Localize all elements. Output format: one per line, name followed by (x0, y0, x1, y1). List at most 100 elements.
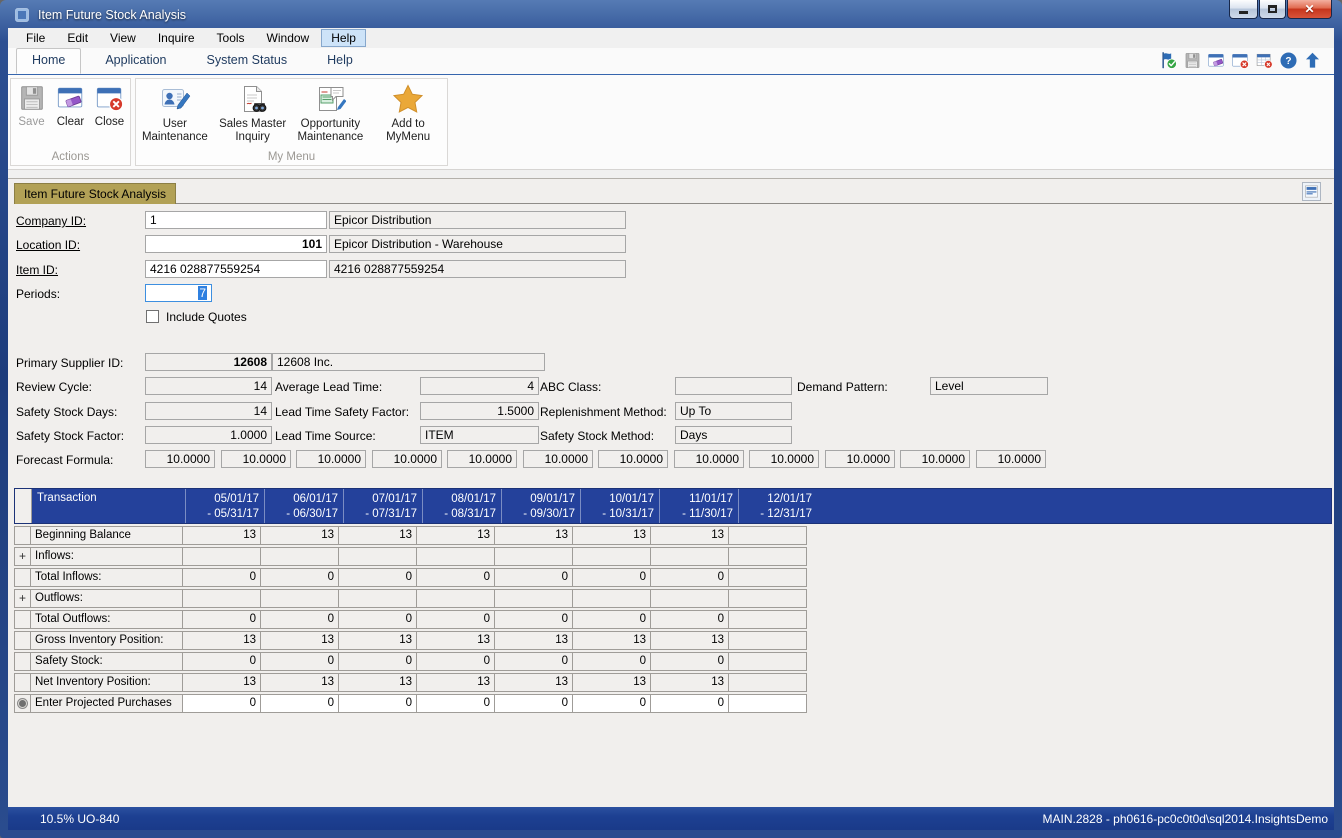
delete-grid-icon[interactable] (1255, 51, 1274, 70)
forecast-formula-field-1: 10.0000 (145, 450, 215, 468)
ribbon-tab-application[interactable]: Application (89, 48, 182, 73)
cell-gross-inventory-position-col1: 13 (182, 631, 261, 650)
period-column-header-8: 12/01/17- 12/31/17 (738, 489, 817, 523)
save-icon[interactable] (1183, 51, 1202, 70)
cell-enter-projected-purchases-col5[interactable]: 0 (494, 694, 573, 713)
location-id-label[interactable]: Location ID: (16, 238, 80, 252)
menu-edit[interactable]: Edit (57, 29, 98, 47)
include-quotes-checkbox[interactable] (146, 310, 159, 323)
clear-icon (56, 83, 86, 113)
add-to-mymenu-button-label: Add to MyMenu (372, 118, 444, 144)
row-label: Enter Projected Purchases (30, 694, 183, 713)
window-list-icon[interactable] (1302, 182, 1321, 201)
replenishment-method-field: Up To (675, 402, 792, 420)
primary-supplier-label: Primary Supplier ID: (16, 356, 123, 370)
collapse-ribbon-icon[interactable] (1303, 51, 1322, 70)
cell-inflows-col2 (260, 547, 339, 566)
ribbon-tab-help[interactable]: Help (311, 48, 369, 73)
company-name-field: Epicor Distribution (329, 211, 626, 229)
lead-time-source-field: ITEM (420, 426, 539, 444)
cell-total-inflows-col5: 0 (494, 568, 573, 587)
close-button[interactable]: ✕ (1287, 0, 1332, 19)
location-id-input[interactable]: 101 (145, 235, 327, 253)
ribbon-tabs: HomeApplicationSystem StatusHelp (8, 51, 369, 68)
row-gutter-cell (14, 610, 31, 629)
cell-beginning-balance-col7: 13 (650, 526, 729, 545)
expand-icon[interactable]: + (14, 589, 31, 608)
cell-inflows-col6 (572, 547, 651, 566)
table-header: Transaction 05/01/17- 05/31/1706/01/17- … (14, 488, 1332, 524)
document-tab[interactable]: Item Future Stock Analysis (14, 183, 176, 204)
table-row-net-inventory-position: Net Inventory Position:13131313131313 (14, 673, 807, 692)
minimize-icon (1239, 11, 1248, 14)
opportunity-maintenance-button[interactable]: Opportunity Maintenance (292, 81, 370, 146)
cell-total-outflows-col8 (728, 610, 807, 629)
row-label: Total Outflows: (30, 610, 183, 629)
ribbon: SaveClearClose Actions User MaintenanceS… (8, 75, 1334, 170)
cell-safety-stock-col2: 0 (260, 652, 339, 671)
table-row-outflows: +Outflows: (14, 589, 807, 608)
demand-pattern-field: Level (930, 377, 1048, 395)
company-id-label[interactable]: Company ID: (16, 214, 86, 228)
cell-safety-stock-col4: 0 (416, 652, 495, 671)
close-button[interactable]: Close (90, 81, 129, 131)
row-label: Total Inflows: (30, 568, 183, 587)
clear-icon[interactable] (1207, 51, 1226, 70)
primary-supplier-name-field: 12608 Inc. (272, 353, 545, 371)
cell-total-inflows-col2: 0 (260, 568, 339, 587)
cell-enter-projected-purchases-col4[interactable]: 0 (416, 694, 495, 713)
menu-window[interactable]: Window (257, 29, 320, 47)
cell-enter-projected-purchases-col6[interactable]: 0 (572, 694, 651, 713)
cell-inflows-col4 (416, 547, 495, 566)
periods-input[interactable]: 7 (145, 284, 212, 302)
lead-time-safety-factor-field: 1.5000 (420, 402, 539, 420)
row-label: Outflows: (30, 589, 183, 608)
cell-enter-projected-purchases-col1[interactable]: 0 (182, 694, 261, 713)
cell-total-inflows-col8 (728, 568, 807, 587)
sales-master-inquiry-button[interactable]: Sales Master Inquiry (214, 81, 292, 146)
ribbon-group-mymenu: User MaintenanceSales Master InquiryOppo… (135, 78, 448, 166)
forecast-formula-field-5: 10.0000 (447, 450, 517, 468)
save-button[interactable]: Save (12, 81, 51, 131)
add-to-mymenu-button[interactable]: Add to MyMenu (369, 81, 447, 146)
ribbon-group-actions: SaveClearClose Actions (10, 78, 131, 166)
cell-total-outflows-col7: 0 (650, 610, 729, 629)
menu-tools[interactable]: Tools (207, 29, 255, 47)
table-corner-cell (15, 489, 32, 523)
cell-enter-projected-purchases-col7[interactable]: 0 (650, 694, 729, 713)
expand-icon[interactable]: + (14, 547, 31, 566)
clear-button[interactable]: Clear (51, 81, 90, 131)
primary-supplier-field: 12608 (145, 353, 272, 371)
ribbon-tab-system-status[interactable]: System Status (191, 48, 304, 73)
abc-class-field (675, 377, 792, 395)
cell-total-outflows-col2: 0 (260, 610, 339, 629)
include-quotes-label[interactable]: Include Quotes (166, 310, 247, 324)
table-row-beginning-balance: Beginning Balance13131313131313 (14, 526, 807, 545)
user-maintenance-button[interactable]: User Maintenance (136, 81, 214, 146)
ribbon-tab-home[interactable]: Home (16, 48, 81, 74)
menu-inquire[interactable]: Inquire (148, 29, 205, 47)
cell-enter-projected-purchases-col8[interactable] (728, 694, 807, 713)
menu-file[interactable]: File (16, 29, 55, 47)
cell-gross-inventory-position-col2: 13 (260, 631, 339, 650)
cell-enter-projected-purchases-col2[interactable]: 0 (260, 694, 339, 713)
item-id-input[interactable]: 4216 028877559254 (145, 260, 327, 278)
close-window-icon[interactable] (1231, 51, 1250, 70)
close-button-label: Close (95, 116, 124, 129)
maximize-icon (1268, 5, 1277, 13)
cell-total-outflows-col4: 0 (416, 610, 495, 629)
cell-total-outflows-col6: 0 (572, 610, 651, 629)
help-icon[interactable]: ? (1279, 51, 1298, 70)
cell-beginning-balance-col5: 13 (494, 526, 573, 545)
minimize-button[interactable] (1229, 0, 1258, 19)
period-column-header-7: 11/01/17- 11/30/17 (659, 489, 738, 523)
item-id-label[interactable]: Item ID: (16, 263, 58, 277)
maximize-button[interactable] (1259, 0, 1286, 19)
flag-check-icon[interactable] (1159, 51, 1178, 70)
company-id-input[interactable]: 1 (145, 211, 327, 229)
menu-help[interactable]: Help (321, 29, 366, 47)
menu-view[interactable]: View (100, 29, 146, 47)
cell-enter-projected-purchases-col3[interactable]: 0 (338, 694, 417, 713)
mymenu-buttons: User MaintenanceSales Master InquiryOppo… (136, 81, 447, 146)
safety-stock-method-label: Safety Stock Method: (540, 429, 654, 443)
